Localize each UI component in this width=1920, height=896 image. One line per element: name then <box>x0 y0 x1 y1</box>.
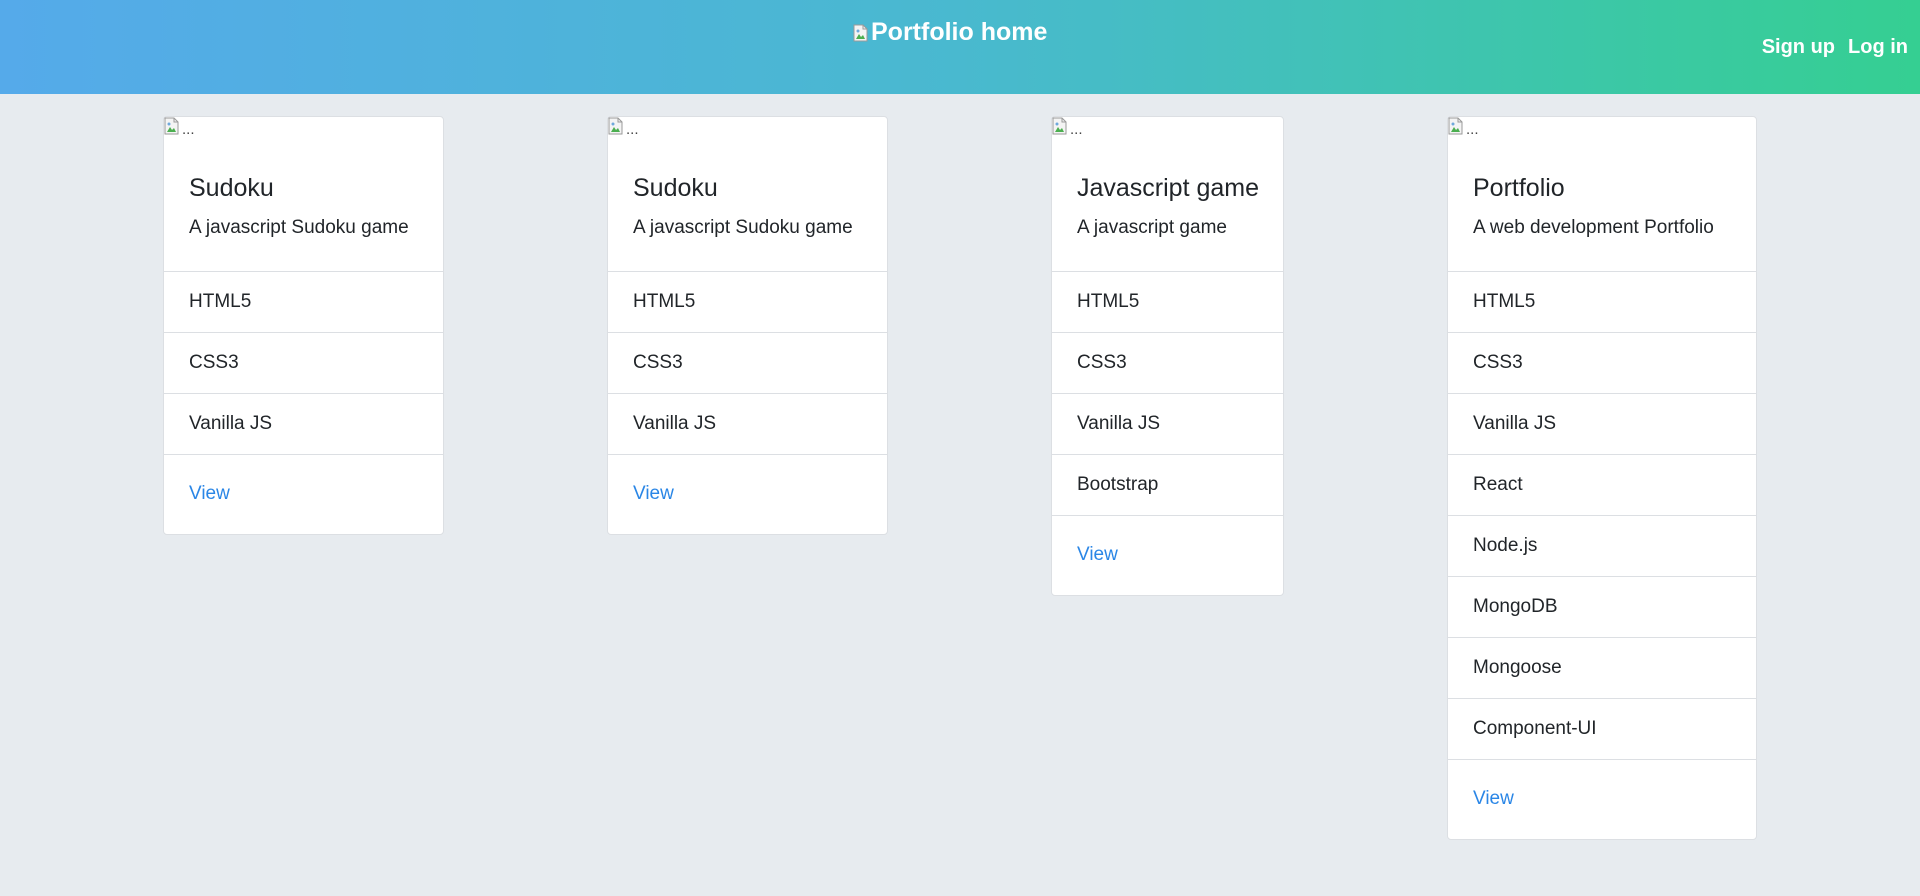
tech-list-item: HTML5 <box>164 271 443 332</box>
tech-list-item: Mongoose <box>1448 637 1756 698</box>
card-title: Sudoku <box>189 174 274 202</box>
broken-image-icon <box>1052 117 1068 135</box>
view-link[interactable]: View <box>1473 788 1514 809</box>
card-footer: View <box>1052 515 1283 595</box>
card-title: Portfolio <box>1473 174 1565 202</box>
tech-list: HTML5 CSS3 Vanilla JS React Node.js MongoDB Mo… <box>1448 271 1756 759</box>
card-footer: View <box>608 454 887 534</box>
tech-list-item: React <box>1448 454 1756 515</box>
view-link[interactable]: View <box>1077 544 1118 565</box>
tech-list-item: Bootstrap <box>1052 454 1283 515</box>
card-image: ... <box>608 117 639 141</box>
view-link[interactable]: View <box>189 483 230 504</box>
tech-list-item: Node.js <box>1448 515 1756 576</box>
tech-list-item: CSS3 <box>164 332 443 393</box>
card-image: ... <box>164 117 195 141</box>
tech-list-item: Vanilla JS <box>608 393 887 454</box>
project-card: ... Javascript game A javascript game HTML5… <box>1051 116 1284 596</box>
tech-list-item: Vanilla JS <box>1052 393 1283 454</box>
tech-list-item: CSS3 <box>608 332 887 393</box>
card-image-alt: ... <box>626 121 639 138</box>
card-body: Portfolio A web development Portfolio <box>1448 117 1756 271</box>
nav-links: Sign up Log in <box>1762 36 1908 59</box>
tech-list-item: CSS3 <box>1448 332 1756 393</box>
card-image-alt: ... <box>1466 121 1479 138</box>
card-image-alt: ... <box>1070 121 1083 138</box>
tech-list: HTML5 CSS3 Vanilla JS <box>608 271 887 454</box>
card-footer: View <box>1448 759 1756 839</box>
tech-list-item: HTML5 <box>608 271 887 332</box>
tech-list: HTML5 CSS3 Vanilla JS Bootstrap <box>1052 271 1283 515</box>
broken-image-icon <box>608 117 624 135</box>
project-card: ... Sudoku A javascript Sudoku game HTML5 CS… <box>163 116 444 535</box>
card-description: A javascript game <box>1077 217 1227 238</box>
card-description: A javascript Sudoku game <box>633 217 853 238</box>
tech-list-item: HTML5 <box>1448 271 1756 332</box>
tech-list-item: MongoDB <box>1448 576 1756 637</box>
tech-list-item: Vanilla JS <box>164 393 443 454</box>
card-description: A web development Portfolio <box>1473 217 1714 238</box>
card-image: ... <box>1448 117 1479 141</box>
card-image-alt: ... <box>182 121 195 138</box>
login-link[interactable]: Log in <box>1848 36 1908 59</box>
project-card: ... Sudoku A javascript Sudoku game HTML5 CS… <box>607 116 888 535</box>
brand-link[interactable]: Portfolio home <box>853 18 1047 47</box>
navbar: Portfolio home Sign up Log in <box>0 0 1920 94</box>
tech-list-item: Vanilla JS <box>1448 393 1756 454</box>
tech-list: HTML5 CSS3 Vanilla JS <box>164 271 443 454</box>
tech-list-item: CSS3 <box>1052 332 1283 393</box>
broken-image-icon <box>164 117 180 135</box>
card-title: Javascript game <box>1077 174 1260 202</box>
project-card: ... Portfolio A web development Portfolio H… <box>1447 116 1757 840</box>
card-description: A javascript Sudoku game <box>189 217 409 238</box>
view-link[interactable]: View <box>633 483 674 504</box>
card-image: ... <box>1052 117 1083 141</box>
signup-link[interactable]: Sign up <box>1762 36 1835 59</box>
card-body: Sudoku A javascript Sudoku game <box>164 117 443 271</box>
card-title: Sudoku <box>633 174 718 202</box>
card-body: Javascript game A javascript game <box>1052 117 1283 271</box>
tech-list-item: HTML5 <box>1052 271 1283 332</box>
card-body: Sudoku A javascript Sudoku game <box>608 117 887 271</box>
broken-image-icon <box>1448 117 1464 135</box>
card-footer: View <box>164 454 443 534</box>
brand-label: Portfolio home <box>871 18 1048 46</box>
tech-list-item: Component-UI <box>1448 698 1756 759</box>
broken-image-icon <box>853 24 869 42</box>
